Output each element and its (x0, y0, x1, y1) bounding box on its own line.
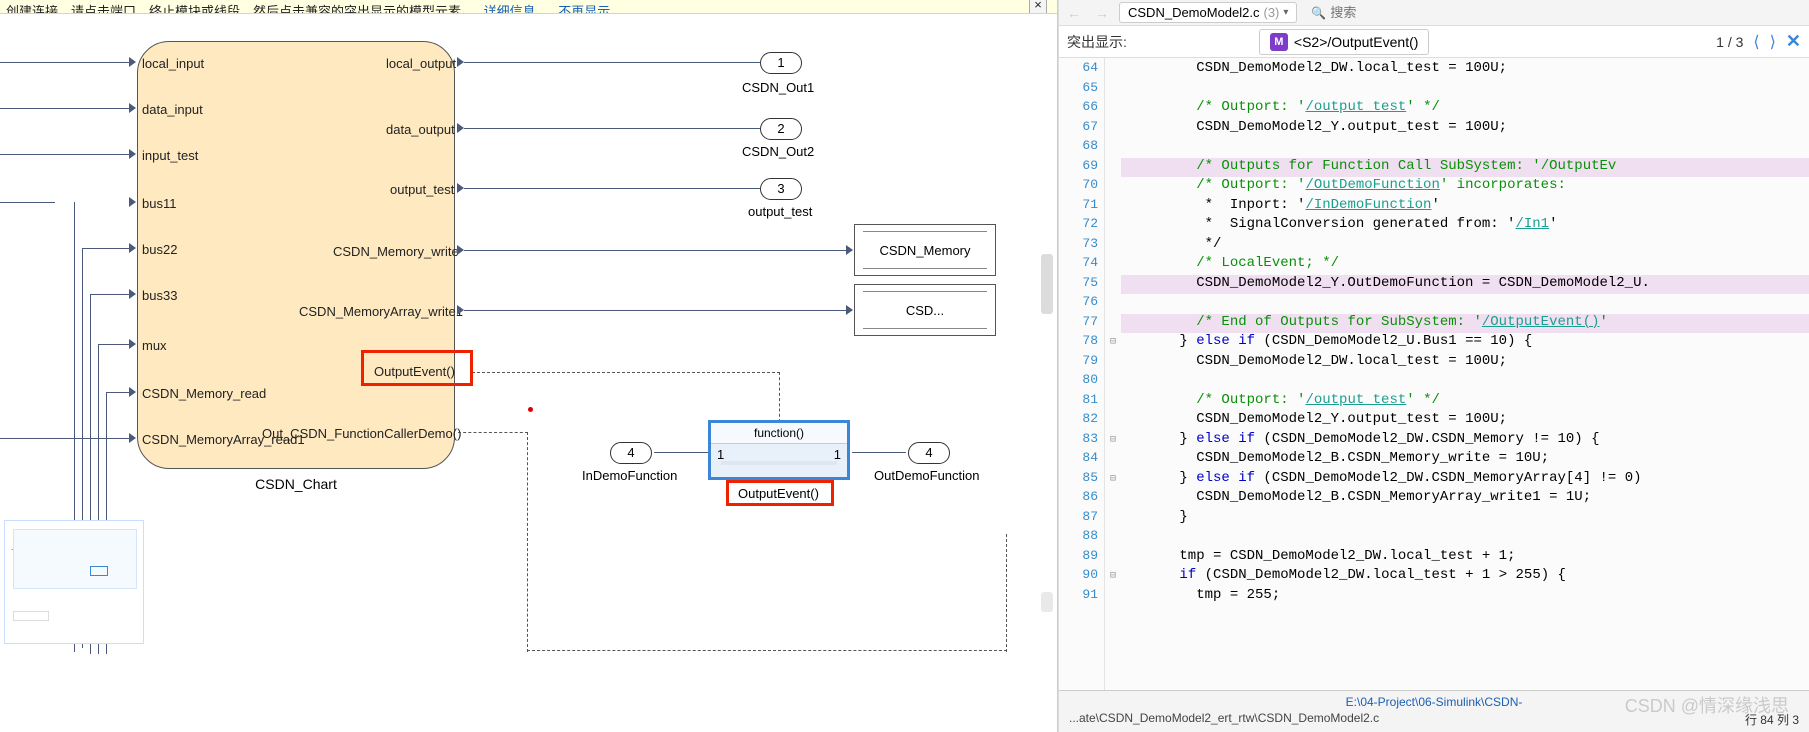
scrollbar-vertical[interactable] (1041, 254, 1053, 314)
memory-block-1[interactable]: CSDN_Memory (854, 224, 996, 276)
outport-4-label: OutDemoFunction (874, 468, 980, 483)
chevron-down-icon[interactable]: ▾ (1283, 7, 1288, 18)
hint-link-details[interactable]: 详细信息。 (484, 4, 549, 14)
scrollbar-vertical[interactable] (1041, 592, 1053, 612)
status-path-2: ...ate\CSDN_DemoModel2_ert_rtw\CSDN_Demo… (1069, 711, 1379, 728)
file-tab[interactable]: CSDN_DemoModel2.c (3) ▾ (1119, 2, 1297, 23)
port-data-output: data_output (386, 122, 455, 137)
nav-forward-icon[interactable]: → (1091, 5, 1113, 21)
port-bus22: bus22 (142, 242, 177, 257)
highlight-chip[interactable]: M <S2>/OutputEvent() (1259, 29, 1430, 55)
nav-back-icon[interactable]: ← (1063, 5, 1085, 21)
port-local-input: local_input (142, 56, 204, 71)
function-label: function() (711, 423, 847, 443)
hint-bar: 创建连接，请点击端口、终止模块或线段，然后点击兼容的突出显示的模型元素。 详细信… (0, 0, 1057, 14)
status-path-1: E:\04-Project\06-Simulink\CSDN- (1346, 695, 1523, 709)
port-input-test: input_test (142, 148, 198, 163)
outport-1-label: CSDN_Out1 (742, 80, 814, 95)
file-count: (3) (1264, 5, 1280, 20)
code-toolbar: ← → CSDN_DemoModel2.c (3) ▾ 🔍 (1059, 0, 1809, 26)
port-memory-read: CSDN_Memory_read (142, 386, 266, 401)
watermark: CSDN @情深缘浅思 (1625, 692, 1789, 718)
code-view-panel: ← → CSDN_DemoModel2.c (3) ▾ 🔍 突出显示: M <S… (1058, 0, 1809, 732)
highlight-bar: 突出显示: M <S2>/OutputEvent() 1 / 3 ⟨ ⟩ ✕ (1059, 26, 1809, 58)
port-memory-array-write: CSDN_MemoryArray_write1 (299, 304, 463, 319)
port-memory-write: CSDN_Memory_write (333, 244, 459, 259)
highlight-box (361, 350, 473, 386)
highlight-label: 突出显示: (1067, 32, 1127, 52)
close-icon[interactable]: ✕ (1786, 31, 1801, 52)
inport-4-label: InDemoFunction (582, 468, 677, 483)
fold-gutter[interactable]: ⊟⊟⊟⊟ (1105, 58, 1121, 690)
outport-4[interactable]: 4 (908, 442, 950, 464)
output-event-label: OutputEvent() (738, 486, 819, 501)
port-output-test: output_test (390, 182, 454, 197)
match-count: 1 / 3 (1716, 34, 1743, 50)
model-overview-thumbnail[interactable]: + (4, 520, 144, 644)
port-local-output: local_output (386, 56, 456, 71)
function-call-subsystem[interactable]: function() 11 (708, 420, 850, 480)
hint-text: 创建连接，请点击端口、终止模块或线段，然后点击兼容的突出显示的模型元素。 (6, 4, 474, 14)
prev-match-icon[interactable]: ⟨ (1753, 32, 1759, 52)
search-box[interactable]: 🔍 (1311, 5, 1430, 20)
code-editor[interactable]: 6465666768697071727374757677787980818283… (1059, 58, 1809, 690)
simulink-canvas[interactable]: 创建连接，请点击端口、终止模块或线段，然后点击兼容的突出显示的模型元素。 详细信… (0, 0, 1058, 732)
code-lines[interactable]: CSDN_DemoModel2_DW.local_test = 100U; /*… (1121, 58, 1809, 690)
model-icon: M (1270, 33, 1288, 51)
close-icon[interactable]: × (1029, 0, 1047, 14)
port-bus11: bus11 (142, 196, 176, 211)
hint-link-dismiss[interactable]: 不再显示 (558, 4, 610, 14)
chart-title: CSDN_Chart (137, 476, 455, 492)
search-icon: 🔍 (1311, 6, 1326, 20)
line-number-gutter: 6465666768697071727374757677787980818283… (1059, 58, 1105, 690)
port-data-input: data_input (142, 102, 203, 117)
outport-2[interactable]: 2 (760, 118, 802, 140)
next-match-icon[interactable]: ⟩ (1770, 32, 1776, 52)
memory-block-2[interactable]: CSD... (854, 284, 996, 336)
outport-2-label: CSDN_Out2 (742, 144, 814, 159)
search-input[interactable] (1330, 5, 1430, 20)
outport-1[interactable]: 1 (760, 52, 802, 74)
inport-4[interactable]: 4 (610, 442, 652, 464)
outport-3[interactable]: 3 (760, 178, 802, 200)
port-bus33: bus33 (142, 288, 177, 303)
highlight-text: <S2>/OutputEvent() (1294, 34, 1419, 50)
file-name: CSDN_DemoModel2.c (1128, 5, 1260, 20)
red-dot-icon (528, 407, 533, 412)
outport-3-label: output_test (748, 204, 812, 219)
port-mux: mux (142, 338, 167, 353)
port-function-caller: Out_CSDN_FunctionCallerDemo() (262, 426, 461, 441)
